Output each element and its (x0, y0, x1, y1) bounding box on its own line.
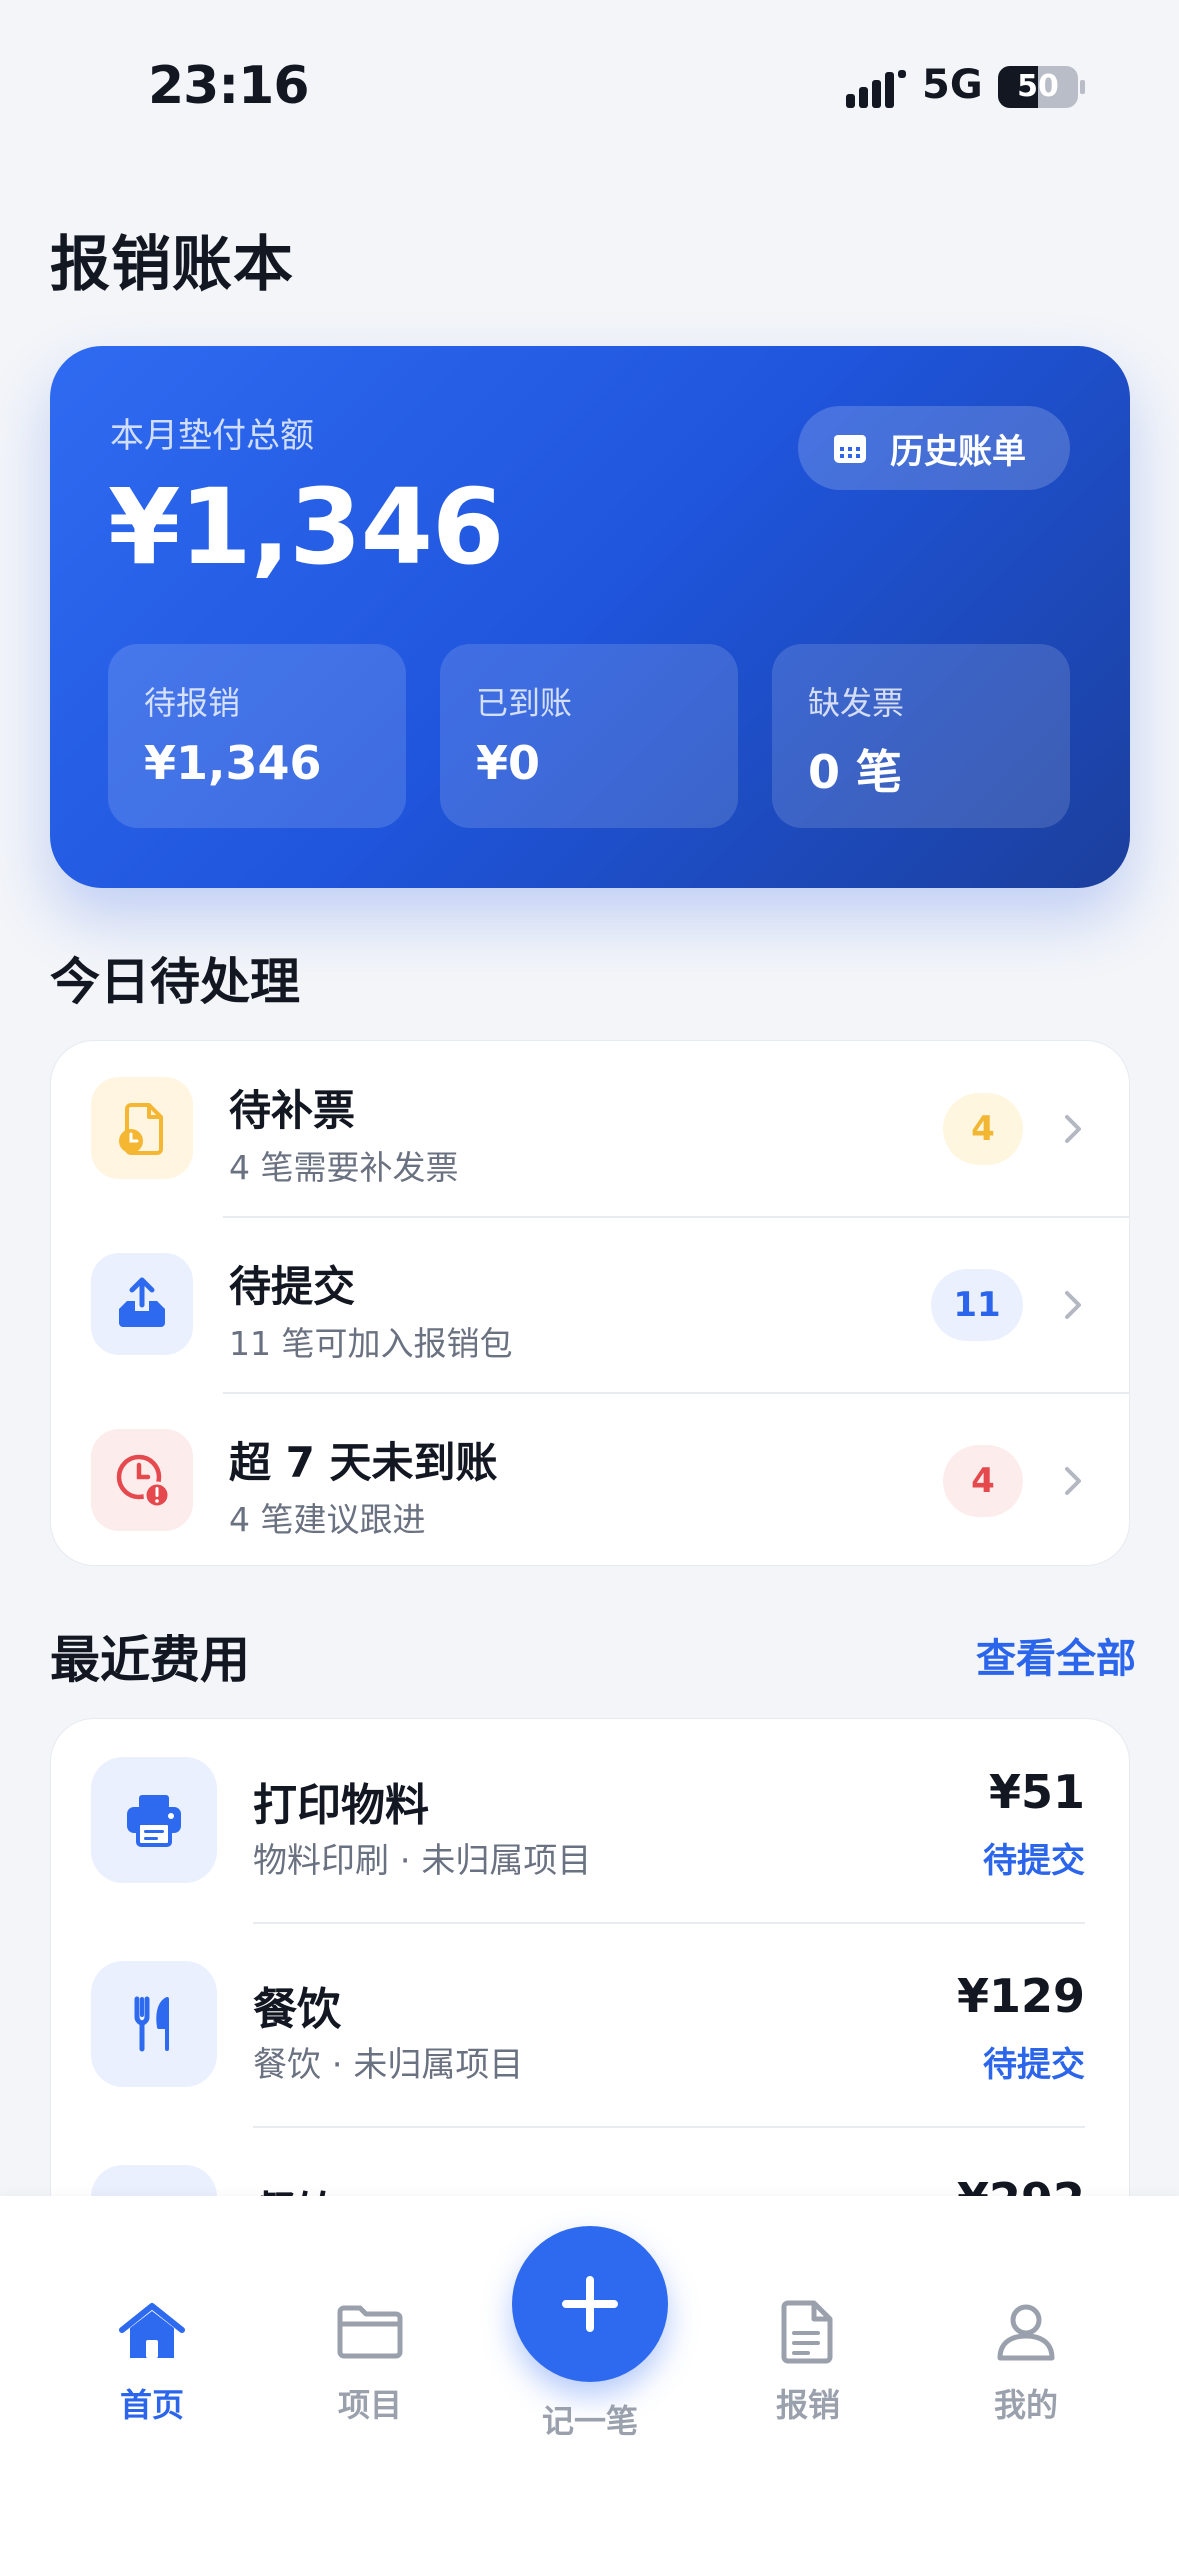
todo-item-missing-invoice[interactable]: 待补票 4 笔需要补发票 4 (51, 1041, 1129, 1217)
stat-pending-reimburse[interactable]: 待报销 ¥1,346 (108, 644, 406, 828)
tab-label: 项目 (337, 2386, 402, 2424)
calendar-icon (834, 435, 866, 463)
fork-knife-icon (91, 1961, 217, 2087)
count-badge: 11 (931, 1269, 1023, 1341)
battery-icon: 50 (998, 66, 1078, 108)
expense-amount: ¥129 (956, 1969, 1085, 2023)
todo-item-overdue[interactable]: 超 7 天未到账 4 笔建议跟进 4 (51, 1393, 1129, 1569)
expense-status: 待提交 (983, 1841, 1085, 1881)
expense-item[interactable]: 餐饮 餐饮 · 未归属项目 ¥129 待提交 (51, 1923, 1129, 2127)
home-icon (82, 2296, 222, 2368)
history-bill-button[interactable]: 历史账单 (798, 406, 1070, 490)
todo-item-name: 待补票 (229, 1086, 356, 1135)
todo-item-name: 超 7 天未到账 (229, 1438, 498, 1487)
chevron-right-icon (1065, 1115, 1081, 1143)
stat-label: 已到账 (476, 684, 573, 722)
todo-item-to-submit[interactable]: 待提交 11 笔可加入报销包 11 (51, 1217, 1129, 1393)
view-all-link[interactable]: 查看全部 (976, 1626, 1136, 1684)
stat-value: ¥1,346 (144, 736, 322, 790)
tab-home[interactable]: 首页 (82, 2296, 222, 2426)
todo-item-desc: 11 笔可加入报销包 (229, 1324, 513, 1363)
tab-label: 首页 (119, 2386, 184, 2424)
todo-item-desc: 4 笔需要补发票 (229, 1148, 459, 1187)
expense-desc: 物料印刷 · 未归属项目 (253, 1841, 592, 1881)
chevron-right-icon (1065, 1467, 1081, 1495)
todo-item-name: 待提交 (229, 1262, 356, 1311)
page-title: 报销账本 (50, 230, 294, 300)
recent-section-title: 最近费用 (50, 1631, 250, 1689)
tab-projects[interactable]: 项目 (300, 2296, 440, 2426)
tab-mine[interactable]: 我的 (956, 2296, 1096, 2426)
overdue-clock-icon (91, 1429, 193, 1531)
signal-icon (846, 70, 906, 108)
summary-label: 本月垫付总额 (110, 416, 314, 456)
expense-amount: ¥51 (988, 1765, 1085, 1819)
printer-icon (91, 1757, 217, 1883)
history-bill-label: 历史账单 (890, 431, 1026, 472)
expense-name: 打印物料 (253, 1780, 429, 1831)
tab-bar: 首页 项目 记一笔 报销 我的 (0, 2196, 1179, 2556)
stat-received[interactable]: 已到账 ¥0 (440, 644, 738, 828)
folder-icon (300, 2296, 440, 2368)
stat-value: ¥0 (476, 736, 541, 790)
chevron-right-icon (1065, 1291, 1081, 1319)
add-expense-button[interactable] (512, 2226, 668, 2382)
expense-item[interactable]: 打印物料 物料印刷 · 未归属项目 ¥51 待提交 (51, 1719, 1129, 1923)
stat-missing-invoice[interactable]: 缺发票 0 笔 (772, 644, 1070, 828)
battery-cap (1080, 80, 1085, 94)
expense-name: 餐饮 (253, 1984, 341, 2035)
stat-value: 0 笔 (808, 745, 903, 799)
stat-label: 待报销 (144, 684, 241, 722)
stat-label: 缺发票 (808, 684, 905, 722)
count-badge: 4 (943, 1445, 1023, 1517)
count-badge: 4 (943, 1093, 1023, 1165)
plus-icon (562, 2276, 618, 2332)
tab-label: 报销 (775, 2386, 840, 2424)
summary-card: 本月垫付总额 ¥1,346 历史账单 待报销 ¥1,346 已到账 ¥0 缺发票… (50, 346, 1130, 888)
todo-item-desc: 4 笔建议跟进 (229, 1500, 426, 1539)
add-expense-label: 记一笔 (541, 2402, 638, 2440)
todo-list: 待补票 4 笔需要补发票 4 待提交 11 笔可加入报销包 11 超 7 天未到… (50, 1040, 1130, 1566)
document-icon (738, 2296, 878, 2368)
expense-desc: 餐饮 · 未归属项目 (253, 2045, 524, 2085)
tab-reimburse[interactable]: 报销 (738, 2296, 878, 2426)
todo-section-title: 今日待处理 (50, 953, 300, 1011)
network-type: 5G (922, 62, 983, 108)
expense-status: 待提交 (983, 2045, 1085, 2085)
status-time: 23:16 (148, 56, 310, 116)
battery-level: 50 (1017, 69, 1059, 104)
summary-amount: ¥1,346 (108, 466, 504, 588)
user-icon (956, 2296, 1096, 2368)
tab-label: 我的 (993, 2386, 1058, 2424)
invoice-clock-icon (91, 1077, 193, 1179)
upload-tray-icon (91, 1253, 193, 1355)
